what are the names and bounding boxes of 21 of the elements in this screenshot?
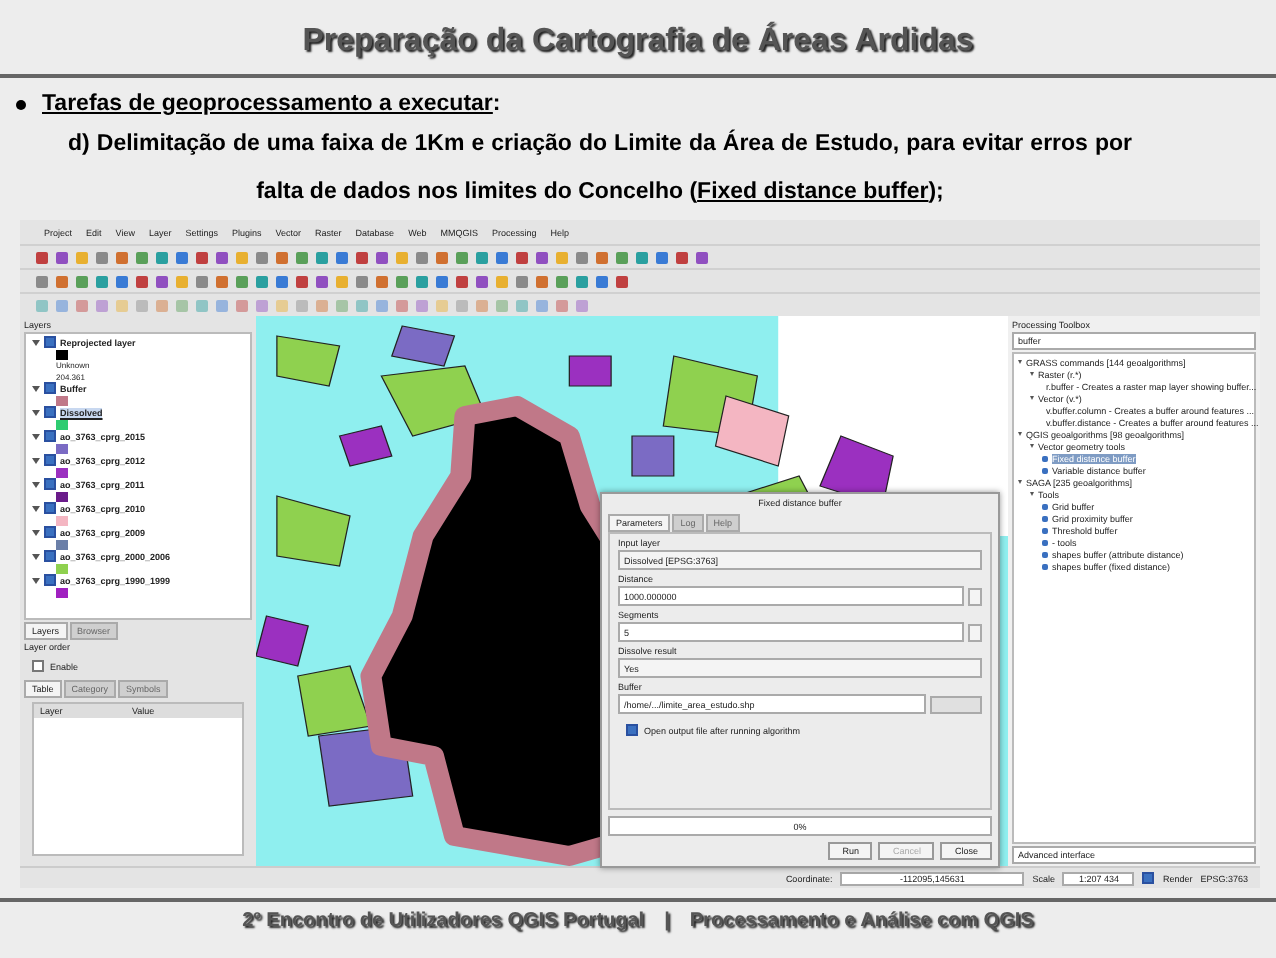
- layer-checkbox[interactable]: [44, 382, 56, 394]
- bullet-heading: Tarefas de geoprocessamento a executar:: [42, 92, 501, 116]
- layer-checkbox[interactable]: [44, 478, 56, 490]
- layer-checkbox[interactable]: [44, 336, 56, 348]
- footer-text: 2º Encontro de Utilizadores QGIS Portugal: [242, 910, 645, 932]
- layer-checkbox[interactable]: [44, 526, 56, 538]
- layer-checkbox[interactable]: [44, 406, 56, 418]
- bullet-icon: [16, 99, 26, 109]
- layer-checkbox[interactable]: [44, 430, 56, 442]
- layer-checkbox[interactable]: [44, 454, 56, 466]
- browse-button[interactable]: [930, 695, 982, 713]
- enable-checkbox[interactable]: [32, 660, 44, 672]
- footer-text: Processamento e Análise com QGIS: [689, 910, 1034, 932]
- render-checkbox[interactable]: [1142, 872, 1155, 884]
- open-output-checkbox[interactable]: [626, 724, 638, 736]
- slide-title: Preparação da Cartografia de Áreas Ardidas: [300, 19, 976, 62]
- layer-checkbox[interactable]: [44, 574, 56, 586]
- footer-separator: |: [664, 910, 670, 932]
- layer-checkbox[interactable]: [44, 502, 56, 514]
- paragraph: d) Delimitação de uma faixa de 1Km e criação do Limite da Área de Estudo, para evitar erros por falta de dados nos limites do Concelho (Fixed distance buffer);: [66, 127, 1134, 208]
- layer-checkbox[interactable]: [44, 550, 56, 562]
